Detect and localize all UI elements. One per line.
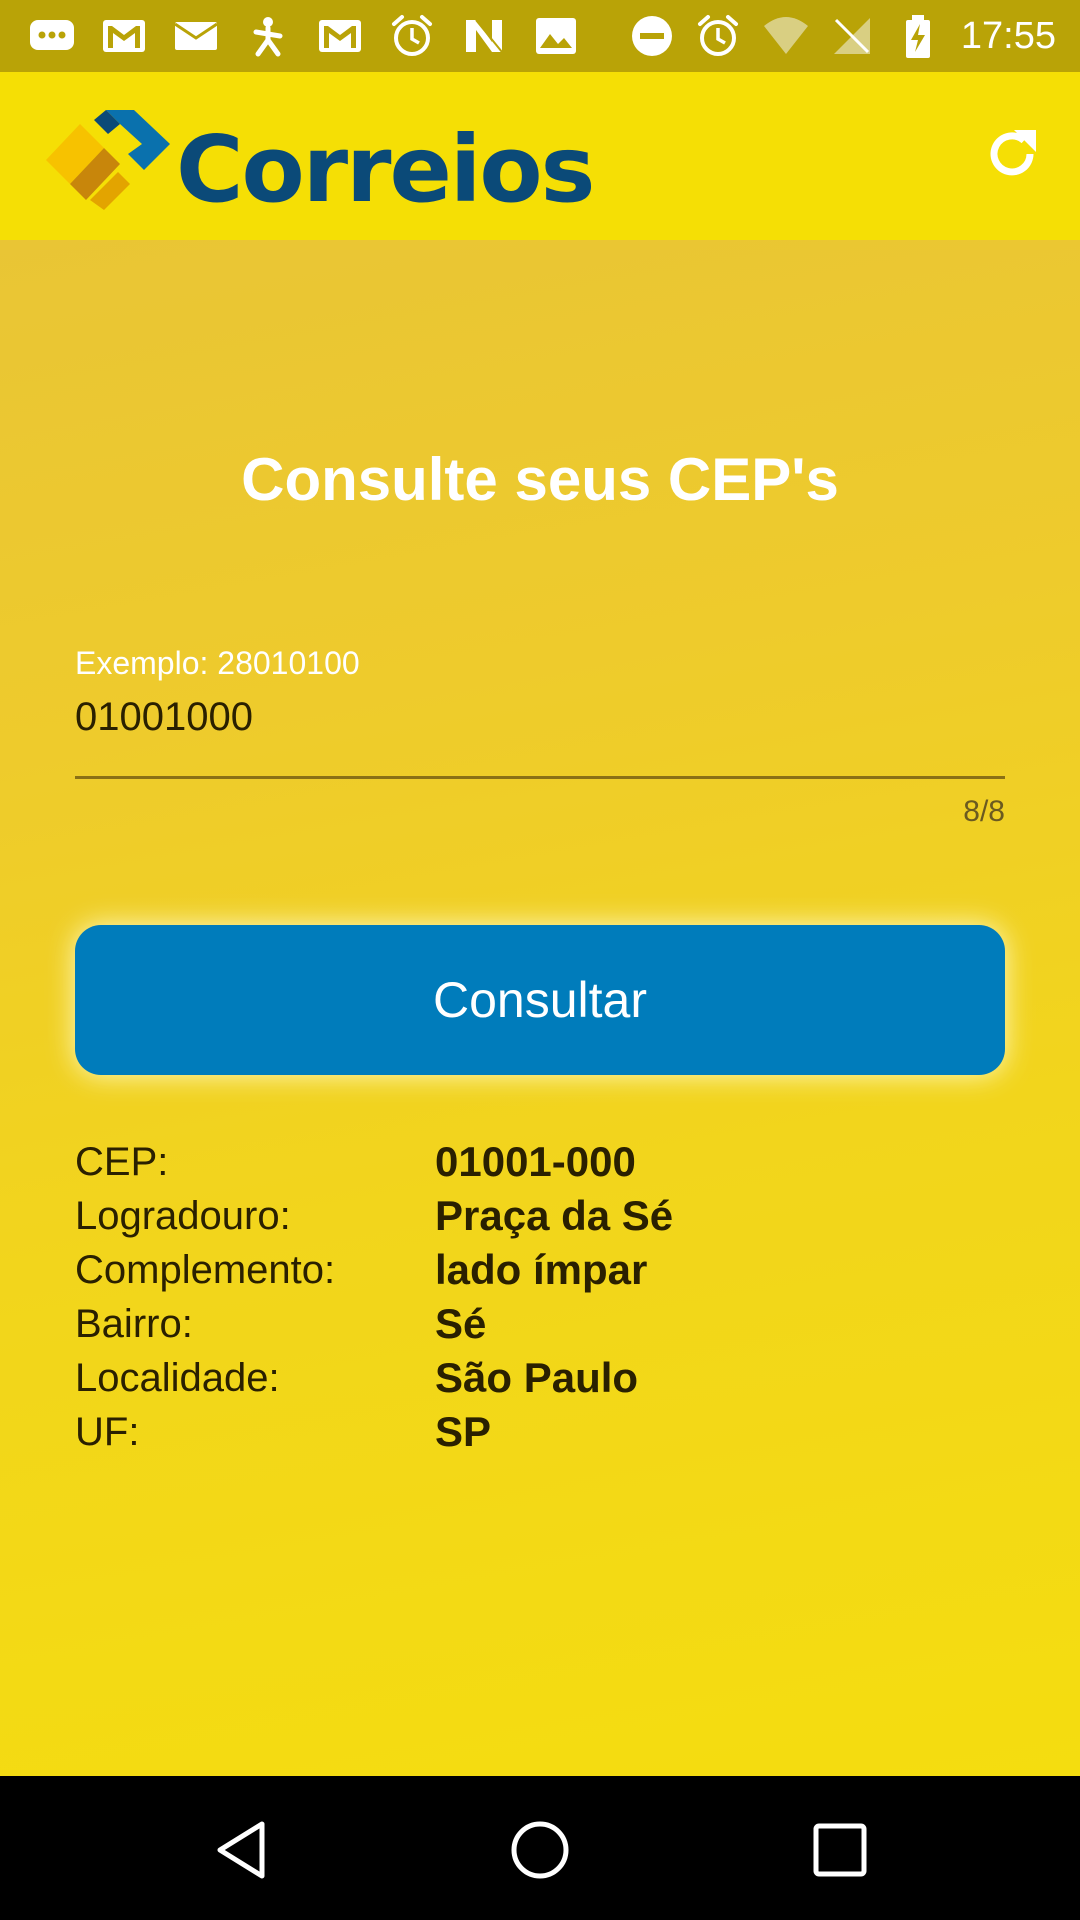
main-content: Consulte seus CEP's Exemplo: 28010100 8/…: [0, 240, 1080, 1776]
wifi-icon: [762, 14, 810, 58]
gmail-icon: [100, 14, 148, 58]
screen: 17:55 Correios Consulte seus CEP's Exemp…: [0, 0, 1080, 1920]
alarm-icon: [388, 14, 436, 58]
cep-field: Exemplo: 28010100: [75, 645, 1005, 795]
result-label: Complemento:: [75, 1248, 336, 1292]
cep-field-underline: [75, 776, 1005, 779]
result-row-localidade: Localidade: São Paulo: [75, 1351, 1005, 1405]
email-icon: [172, 14, 220, 58]
messages-icon: [28, 14, 76, 58]
result-value: Praça da Sé: [435, 1192, 674, 1239]
result-value: SP: [435, 1408, 492, 1455]
no-signal-icon: [828, 14, 876, 58]
home-icon: [511, 1821, 569, 1879]
result-row-logradouro: Logradouro: Praça da Sé: [75, 1189, 1005, 1243]
recents-icon: [813, 1823, 867, 1877]
home-button[interactable]: [508, 1818, 572, 1882]
result-label: Logradouro:: [75, 1194, 291, 1238]
battery-charging-icon: [894, 14, 942, 58]
result-label: CEP:: [75, 1140, 169, 1184]
cep-input[interactable]: [75, 687, 1005, 747]
do-not-disturb-icon: [628, 14, 676, 58]
alarm-icon: [694, 14, 742, 58]
recents-button[interactable]: [808, 1818, 872, 1882]
result-label: UF:: [75, 1410, 140, 1454]
result-row-bairro: Bairro: Sé: [75, 1297, 1005, 1351]
result-value: 01001-000: [435, 1138, 636, 1185]
page-title: Consulte seus CEP's: [241, 446, 839, 513]
consult-button[interactable]: Consultar: [75, 925, 1005, 1075]
results-list: CEP: 01001-000 Logradouro: Praça da Sé C…: [75, 1135, 1005, 1459]
result-value: lado ímpar: [435, 1246, 648, 1293]
app-bar: Correios: [0, 72, 1080, 240]
result-value: Sé: [435, 1300, 487, 1347]
cep-field-hint: Exemplo: 28010100: [75, 645, 360, 681]
result-label: Bairro:: [75, 1302, 193, 1346]
result-row-uf: UF: SP: [75, 1405, 1005, 1459]
navigation-bar: [0, 1776, 1080, 1920]
image-icon: [532, 14, 580, 58]
app-icon: [244, 14, 292, 58]
status-time: 17:55: [960, 15, 1056, 57]
refresh-icon: [990, 130, 1036, 176]
back-icon: [217, 1821, 265, 1879]
result-value: São Paulo: [435, 1354, 639, 1401]
gmail-icon: [316, 14, 364, 58]
refresh-button[interactable]: [982, 124, 1042, 184]
correios-logo: Correios: [46, 110, 595, 216]
n-icon: [460, 14, 508, 58]
result-label: Localidade:: [75, 1356, 280, 1400]
back-button[interactable]: [210, 1818, 274, 1882]
correios-logo-icon: [46, 110, 170, 210]
result-row-cep: CEP: 01001-000: [75, 1135, 1005, 1189]
result-row-complemento: Complemento: lado ímpar: [75, 1243, 1005, 1297]
logo-text: Correios: [176, 116, 595, 223]
status-bar: 17:55: [0, 0, 1080, 72]
cep-character-counter: 8/8: [963, 795, 1005, 828]
